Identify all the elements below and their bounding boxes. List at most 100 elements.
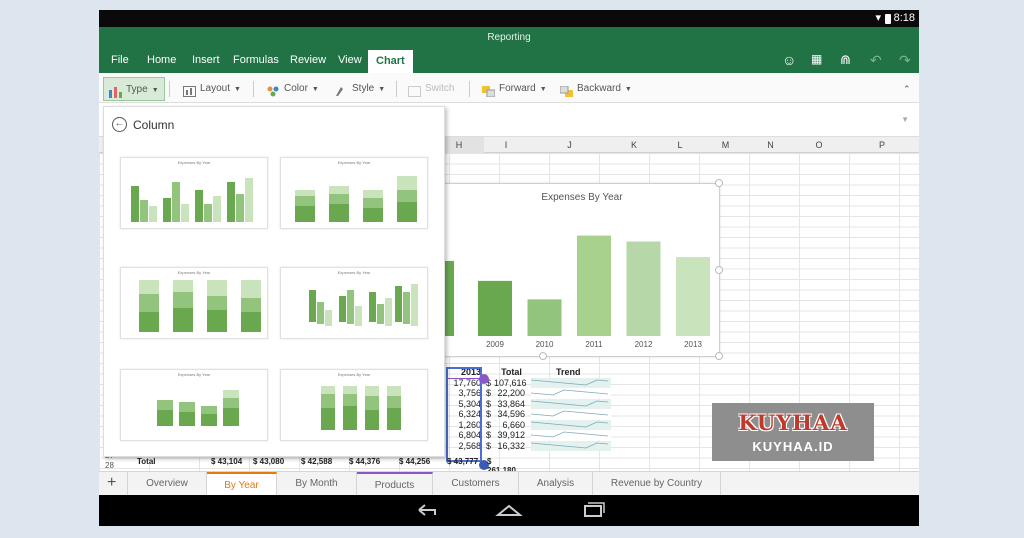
resize-handle[interactable]: [715, 179, 723, 187]
switch-button[interactable]: Switch: [408, 77, 454, 101]
type-button[interactable]: Type ▼: [103, 77, 165, 101]
watermark-logo: KUYHAA KUYHAA.ID: [712, 403, 874, 461]
resize-handle[interactable]: [715, 352, 723, 360]
document-title: Reporting: [99, 27, 919, 49]
cell-total[interactable]: 16,332: [494, 441, 525, 451]
column-chart-icon: [109, 84, 122, 98]
wifi-icon: ▾: [875, 12, 881, 24]
column-header[interactable]: P: [845, 137, 919, 153]
style-button[interactable]: Style ▼: [335, 77, 385, 101]
3d-clustered-preview: [309, 284, 418, 326]
header-trend[interactable]: Trend: [556, 367, 581, 377]
column-header[interactable]: K: [611, 137, 657, 153]
recents-icon[interactable]: [579, 499, 607, 521]
menu-review[interactable]: Review: [290, 49, 326, 73]
tab-revenue-by-country[interactable]: Revenue by Country: [593, 472, 721, 496]
cell-total[interactable]: 22,200: [494, 388, 525, 398]
sparkline: [531, 430, 611, 440]
tab-overview[interactable]: Overview: [127, 472, 207, 496]
status-bar: ▾ 8:18: [99, 10, 919, 27]
back-arrow-icon[interactable]: ←: [112, 117, 127, 132]
column-header[interactable]: J: [528, 137, 611, 153]
tab-customers[interactable]: Customers: [433, 472, 519, 496]
total-cell: $ 43,104: [211, 457, 243, 466]
column-header[interactable]: N: [748, 137, 793, 153]
column-header[interactable]: M: [703, 137, 748, 153]
color-button[interactable]: Color ▼: [267, 77, 319, 101]
sparkline: [531, 440, 611, 451]
share-icon[interactable]: ⋒: [840, 52, 851, 68]
clustered-column-option[interactable]: Expenses By Year: [120, 157, 268, 229]
save-icon[interactable]: ▦: [811, 52, 822, 66]
backward-button[interactable]: Backward ▼: [559, 77, 632, 101]
home-icon[interactable]: [495, 499, 523, 521]
chevron-down-icon: ▼: [151, 87, 159, 94]
total-row[interactable]: Total $ 43,104 $ 43,080 $ 42,588 $ 44,37…: [129, 457, 516, 475]
menu-view[interactable]: View: [338, 49, 362, 73]
chevron-down-icon: ▼: [311, 86, 319, 93]
row-number[interactable]: 28: [105, 461, 114, 470]
chevron-down-icon: ▼: [234, 86, 241, 93]
selection-range[interactable]: [446, 367, 482, 462]
3d-clustered-column-option[interactable]: Expenses By Year: [280, 267, 428, 339]
sparkline: [531, 377, 611, 388]
percent-stacked-column-option[interactable]: Expenses By Year: [120, 267, 268, 339]
tab-analysis[interactable]: Analysis: [519, 472, 593, 496]
battery-icon: [885, 14, 891, 24]
watermark-title: KUYHAA: [738, 410, 848, 435]
color-icon: [267, 83, 280, 97]
x-tick-label: 2013: [684, 340, 702, 349]
chevron-down-icon: ▼: [624, 86, 632, 93]
cell-total[interactable]: 6,660: [494, 420, 525, 430]
expenses-chart[interactable]: Expenses By Year 2009 2010 2011 2012 2013: [444, 183, 720, 357]
layout-label: Layout: [200, 83, 231, 94]
cell-total[interactable]: 107,616: [494, 378, 527, 388]
cell-total[interactable]: 34,596: [494, 409, 525, 419]
3d-stacked-column-option[interactable]: Expenses By Year: [120, 369, 268, 441]
menu-file[interactable]: File: [111, 49, 129, 73]
stacked-column-option[interactable]: Expenses By Year: [280, 157, 428, 229]
thumb-title: Expenses By Year: [337, 160, 371, 165]
layout-icon: [183, 83, 196, 97]
menu-home[interactable]: Home: [147, 49, 176, 73]
switch-label: Switch: [425, 83, 455, 94]
forward-button[interactable]: Forward ▼: [482, 77, 547, 101]
3d-percent-stacked-option[interactable]: Expenses By Year: [280, 369, 428, 441]
total-cell: $ 43,777: [447, 457, 479, 466]
header-total[interactable]: Total: [496, 367, 527, 377]
column-header[interactable]: O: [793, 137, 845, 153]
add-sheet-icon[interactable]: +: [107, 474, 116, 492]
thumb-title: Expenses By Year: [177, 160, 211, 165]
column-header[interactable]: L: [657, 137, 703, 153]
cell-total[interactable]: 33,864: [494, 399, 525, 409]
smiley-icon[interactable]: ☺: [782, 52, 796, 68]
collapse-ribbon-icon[interactable]: ⌃: [903, 77, 911, 101]
column-header[interactable]: I: [484, 137, 528, 153]
resize-handle[interactable]: [715, 266, 723, 274]
menu-chart[interactable]: Chart: [368, 50, 413, 73]
tab-products[interactable]: Products: [357, 472, 433, 496]
thumb-title: Expenses By Year: [177, 270, 211, 275]
bring-forward-icon: [482, 83, 496, 98]
layout-button[interactable]: Layout ▼: [183, 77, 241, 101]
thumb-title: Expenses By Year: [177, 372, 211, 377]
expand-formula-icon[interactable]: ▼: [901, 115, 909, 124]
tab-by-year[interactable]: By Year: [207, 472, 277, 496]
tab-by-month[interactable]: By Month: [277, 472, 357, 496]
thumb-title: Expenses By Year: [337, 372, 371, 377]
bar-2011: [577, 235, 611, 336]
cell-total[interactable]: 39,912: [494, 430, 525, 440]
selection-handle-top[interactable]: [479, 374, 489, 384]
redo-icon[interactable]: ↷: [899, 52, 911, 69]
bar-2009: [478, 280, 512, 336]
bar-partial: [445, 260, 454, 336]
back-icon[interactable]: [413, 499, 441, 521]
menu-formulas[interactable]: Formulas: [233, 49, 279, 73]
menu-insert[interactable]: Insert: [192, 49, 220, 73]
resize-handle[interactable]: [539, 352, 547, 360]
clustered-column-preview: [131, 178, 253, 222]
chart-plot: 2009 2010 2011 2012 2013: [445, 235, 710, 349]
undo-icon[interactable]: ↶: [870, 52, 882, 69]
android-nav-bar: [99, 495, 919, 526]
total-label: Total: [137, 457, 156, 466]
